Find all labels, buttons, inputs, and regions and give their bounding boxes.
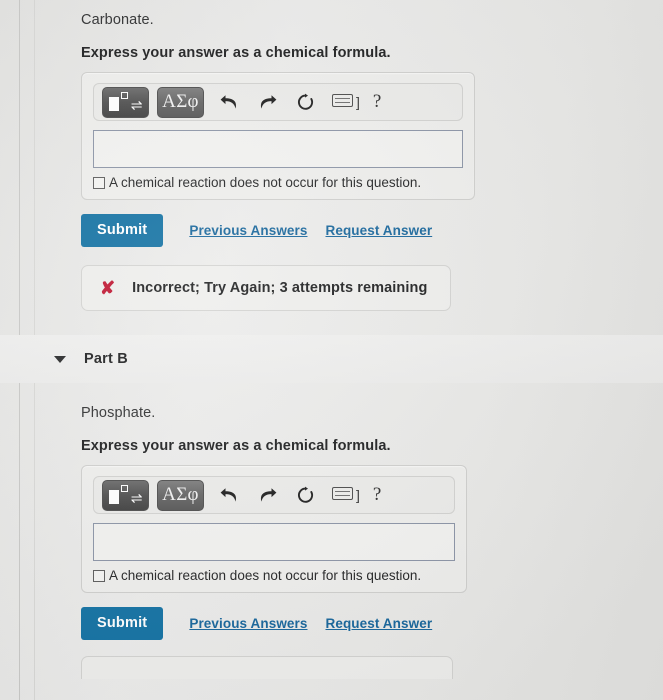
part-b-submit-button[interactable]: Submit [81, 607, 164, 640]
no-reaction-checkbox[interactable] [93, 176, 105, 189]
part-a-answer-input[interactable] [93, 130, 463, 168]
equation-template-icon: ⇌ [108, 485, 143, 505]
reset-icon[interactable] [288, 87, 322, 117]
keyboard-bracket-label: ] [356, 94, 360, 110]
incorrect-x-icon: ✘ [100, 278, 116, 298]
keyboard-icon[interactable] [332, 94, 353, 107]
greek-symbols-button[interactable]: ΑΣφ [157, 86, 204, 118]
part-b-previous-answers-link[interactable]: Previous Answers [189, 616, 307, 631]
part-b-instruction: Express your answer as a chemical formul… [81, 438, 391, 454]
homework-page: Carbonate. Express your answer as a chem… [0, 0, 663, 700]
part-b-no-reaction-row[interactable]: A chemical reaction does not occur for t… [93, 568, 455, 583]
part-b-toolbar: ⇌ ΑΣφ] ? [93, 476, 455, 514]
part-a-request-answer-link[interactable]: Request Answer [326, 223, 433, 238]
reset-icon[interactable] [288, 480, 322, 510]
undo-icon[interactable] [212, 480, 246, 510]
greek-symbols-label: ΑΣφ [162, 484, 199, 505]
part-b-answer-input[interactable] [93, 523, 455, 561]
part-a-instruction: Express your answer as a chemical formul… [81, 45, 391, 61]
part-b-answer-widget: ⇌ ΑΣφ] ? A chemical reaction does not o… [81, 465, 467, 593]
keyboard-bracket-label: ] [356, 487, 360, 503]
keyboard-shortcut-group[interactable]: ] [332, 94, 360, 110]
greek-symbols-button[interactable]: ΑΣφ [157, 479, 204, 511]
equation-template-icon: ⇌ [108, 92, 143, 112]
part-b-request-answer-link[interactable]: Request Answer [326, 616, 433, 631]
help-icon[interactable]: ? [373, 91, 381, 113]
part-a-feedback: ✘ Incorrect; Try Again; 3 attempts remai… [81, 265, 451, 311]
next-panel-partial [81, 656, 453, 679]
content-column: Carbonate. Express your answer as a chem… [0, 0, 663, 700]
redo-icon[interactable] [250, 87, 284, 117]
keyboard-icon[interactable] [332, 487, 353, 500]
part-a-submit-button[interactable]: Submit [81, 214, 164, 247]
part-b-submit-row: Submit Previous Answers Request Answer [81, 607, 651, 640]
no-reaction-label: A chemical reaction does not occur for t… [109, 568, 422, 583]
part-a-no-reaction-row[interactable]: A chemical reaction does not occur for t… [93, 175, 463, 190]
equation-template-button[interactable]: ⇌ [102, 86, 149, 118]
part-a-feedback-text: Incorrect; Try Again; 3 attempts remaini… [132, 280, 428, 296]
part-b-header[interactable]: Part B [0, 335, 663, 383]
no-reaction-checkbox[interactable] [93, 569, 105, 582]
greek-symbols-label: ΑΣφ [162, 91, 199, 112]
part-a-prompt: Carbonate. [81, 12, 154, 28]
part-a-body: Carbonate. Express your answer as a chem… [35, 0, 663, 311]
part-b-title: Part B [84, 351, 128, 367]
redo-icon[interactable] [250, 480, 284, 510]
help-icon[interactable]: ? [373, 484, 381, 506]
part-b-body: Phosphate. Express your answer as a chem… [35, 383, 663, 679]
equation-template-button[interactable]: ⇌ [102, 479, 149, 511]
no-reaction-label: A chemical reaction does not occur for t… [109, 175, 422, 190]
part-a-submit-row: Submit Previous Answers Request Answer [81, 214, 651, 247]
part-b-prompt: Phosphate. [81, 405, 156, 421]
part-a-previous-answers-link[interactable]: Previous Answers [189, 223, 307, 238]
keyboard-shortcut-group[interactable]: ] [332, 487, 360, 503]
undo-icon[interactable] [212, 87, 246, 117]
part-a-toolbar: ⇌ ΑΣφ] ? [93, 83, 463, 121]
part-a-answer-widget: ⇌ ΑΣφ] ? A chemical reaction does not o… [81, 72, 475, 200]
collapse-caret-icon[interactable] [54, 355, 66, 363]
